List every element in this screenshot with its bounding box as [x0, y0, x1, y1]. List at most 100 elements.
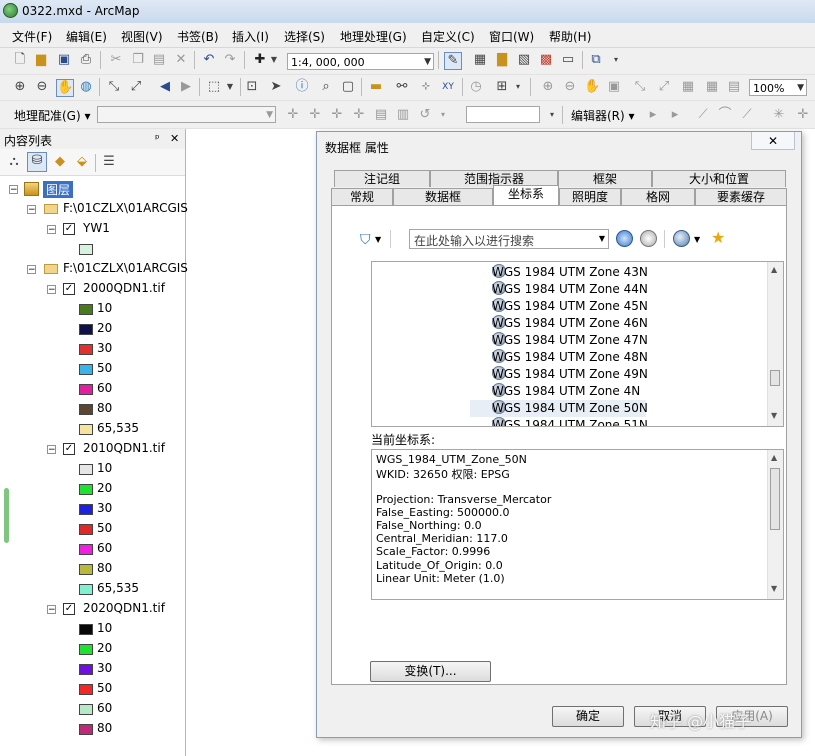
edit-vertices-icon[interactable]: ✛ — [795, 107, 811, 123]
menu-file[interactable]: 文件(F) — [12, 28, 52, 45]
scroll-thumb[interactable] — [770, 468, 780, 530]
toolbar-overflow-icon[interactable]: ▾ — [544, 107, 560, 123]
collapse-toggle[interactable]: − — [47, 445, 56, 455]
collapse-toggle[interactable]: − — [9, 185, 18, 195]
go-to-xy-icon[interactable]: ⊹ — [418, 79, 434, 95]
scroll-up-icon[interactable]: ▲ — [771, 453, 777, 462]
layer-visibility-checkbox[interactable]: ✓ — [63, 603, 75, 615]
menu-window[interactable]: 窗口(W) — [489, 28, 534, 45]
editor-toolbar-icon[interactable]: ✎ — [444, 52, 462, 70]
star-icon[interactable]: ★ — [711, 228, 725, 247]
html-popup-icon[interactable]: ▢ — [340, 79, 356, 95]
trace-icon[interactable]: ⟋ — [739, 107, 755, 123]
scale-icon[interactable]: ✛ — [351, 107, 367, 123]
viewer-icon[interactable]: ▥ — [395, 107, 411, 123]
scroll-up-icon[interactable]: ▲ — [771, 265, 777, 274]
xy-icon[interactable]: XY — [440, 79, 456, 95]
toc-group-path[interactable]: F:\01CZLX\01ARCGIS — [63, 201, 188, 215]
tab-grids[interactable]: 格网 — [621, 188, 695, 205]
layout-page-icon[interactable]: ▤ — [726, 79, 742, 95]
fixed-zoom-in-icon[interactable]: ⤡ — [106, 79, 122, 95]
layout-zoom-in-icon[interactable]: ⊕ — [540, 79, 556, 95]
map-scale-combo[interactable]: 1:4, 000, 000 ▼ — [287, 53, 434, 70]
select-features-icon[interactable]: ⬚ — [206, 79, 222, 95]
forward-extent-icon[interactable]: ▶ — [178, 79, 194, 95]
add-data-dropdown-icon[interactable]: ▼ — [266, 52, 282, 68]
pan-hand-icon[interactable]: ✋ — [56, 79, 74, 97]
transform-button[interactable]: 变换(T)... — [370, 661, 491, 682]
layout-forward-icon[interactable]: ▦ — [704, 79, 720, 95]
collapse-toggle[interactable]: − — [47, 605, 56, 615]
tab-illumination[interactable]: 照明度 — [559, 188, 621, 205]
rotate-value-input[interactable] — [466, 106, 540, 123]
link-table-icon[interactable]: ▤ — [373, 107, 389, 123]
identify-icon[interactable]: ⓘ — [294, 79, 310, 95]
zoom-out-icon[interactable]: ⊖ — [34, 79, 50, 95]
collapse-toggle[interactable]: − — [27, 265, 36, 275]
arctoolbox-icon[interactable]: ▩ — [538, 52, 554, 68]
scroll-down-icon[interactable]: ▼ — [771, 584, 777, 593]
magnifier-dropdown-icon[interactable]: ▾ — [510, 79, 526, 95]
ok-button[interactable]: 确定 — [552, 706, 624, 727]
clear-selection-icon[interactable]: ⊡ — [244, 79, 260, 95]
dialog-close-button[interactable]: ✕ — [751, 132, 795, 150]
search-icon[interactable] — [616, 230, 633, 247]
full-extent-icon[interactable]: ◍ — [78, 79, 94, 95]
collapse-toggle[interactable]: − — [47, 285, 56, 295]
redo-icon[interactable]: ↷ — [222, 52, 238, 68]
edit-tool-icon[interactable]: ▸ — [645, 107, 661, 123]
menu-customize[interactable]: 自定义(C) — [421, 28, 475, 45]
editor-menu[interactable]: 编辑器(R) ▾ — [571, 107, 635, 124]
layout-fixed-in-icon[interactable]: ⤡ — [632, 79, 648, 95]
catalog-icon[interactable]: ▇ — [494, 52, 510, 68]
delete-icon[interactable]: ✕ — [173, 52, 189, 68]
layer-visibility-checkbox[interactable]: ✓ — [63, 223, 75, 235]
layout-zoom-out-icon[interactable]: ⊖ — [562, 79, 578, 95]
toc-group-path[interactable]: F:\01CZLX\01ARCGIS — [63, 261, 188, 275]
menu-insert[interactable]: 插入(I) — [232, 28, 269, 45]
menu-edit[interactable]: 编辑(E) — [66, 28, 107, 45]
list-by-visibility-icon[interactable]: ◆ — [52, 154, 68, 170]
rotate-dropdown-icon[interactable]: ▾ — [435, 107, 451, 123]
data-view-icon[interactable]: ▦ — [472, 52, 488, 68]
tab-frame[interactable]: 框架 — [558, 170, 652, 187]
collapse-toggle[interactable]: − — [47, 225, 56, 235]
time-slider-icon[interactable]: ◷ — [468, 79, 484, 95]
list-by-selection-icon[interactable]: ⬙ — [74, 154, 90, 170]
fixed-zoom-out-icon[interactable]: ⤢ — [128, 79, 144, 95]
select-elements-icon[interactable]: ➤ — [268, 79, 284, 95]
find-icon[interactable]: ⌕ — [318, 79, 334, 95]
select-dropdown-icon[interactable]: ▼ — [222, 79, 238, 95]
add-to-favorites-globe-icon[interactable] — [673, 230, 690, 247]
cs-list-item[interactable]: WGS 1984 UTM Zone 50N — [470, 400, 648, 417]
open-folder-icon[interactable]: ▆ — [33, 52, 49, 68]
menu-bookmarks[interactable]: 书签(B) — [177, 28, 219, 45]
scroll-down-icon[interactable]: ▼ — [771, 411, 777, 420]
menu-geoprocessing[interactable]: 地理处理(G) — [340, 28, 407, 45]
toc-layer-name[interactable]: YW1 — [83, 221, 110, 235]
pin-icon[interactable]: ᵖ — [155, 132, 160, 145]
new-document-icon[interactable]: 🗋 — [12, 52, 28, 68]
binoculars-icon[interactable]: ⚯ — [394, 79, 410, 95]
cut-icon[interactable]: ✂ — [108, 52, 124, 68]
globe-dropdown-icon[interactable]: ▼ — [694, 235, 700, 244]
filter-icon[interactable]: ⛉ — [360, 232, 371, 248]
rotate-icon[interactable]: ✛ — [307, 107, 323, 123]
search-window-icon[interactable]: ▧ — [516, 52, 532, 68]
georeferencing-menu[interactable]: 地理配准(G) ▾ — [14, 107, 91, 124]
details-scrollbar[interactable]: ▲ ▼ — [767, 450, 783, 599]
tab-data-frame[interactable]: 数据框 — [393, 188, 493, 205]
copy-icon[interactable]: ❐ — [130, 52, 146, 68]
scroll-thumb[interactable] — [770, 370, 780, 386]
python-window-icon[interactable]: ▭ — [560, 52, 576, 68]
back-extent-icon[interactable]: ◀ — [157, 79, 173, 95]
undo-icon[interactable]: ↶ — [201, 52, 217, 68]
tab-size-and-position[interactable]: 大小和位置 — [652, 170, 786, 187]
search-input[interactable]: 在此处输入以进行搜索 ▼ — [409, 229, 609, 249]
add-control-points-icon[interactable]: ✛ — [285, 107, 301, 123]
model-builder-icon[interactable]: ⧉ — [588, 52, 604, 68]
layer-visibility-checkbox[interactable]: ✓ — [63, 443, 75, 455]
point-icon[interactable]: ✳ — [771, 107, 787, 123]
toc-scrollbar-indicator[interactable] — [4, 488, 9, 543]
chevron-down-icon[interactable]: ▼ — [599, 234, 605, 243]
